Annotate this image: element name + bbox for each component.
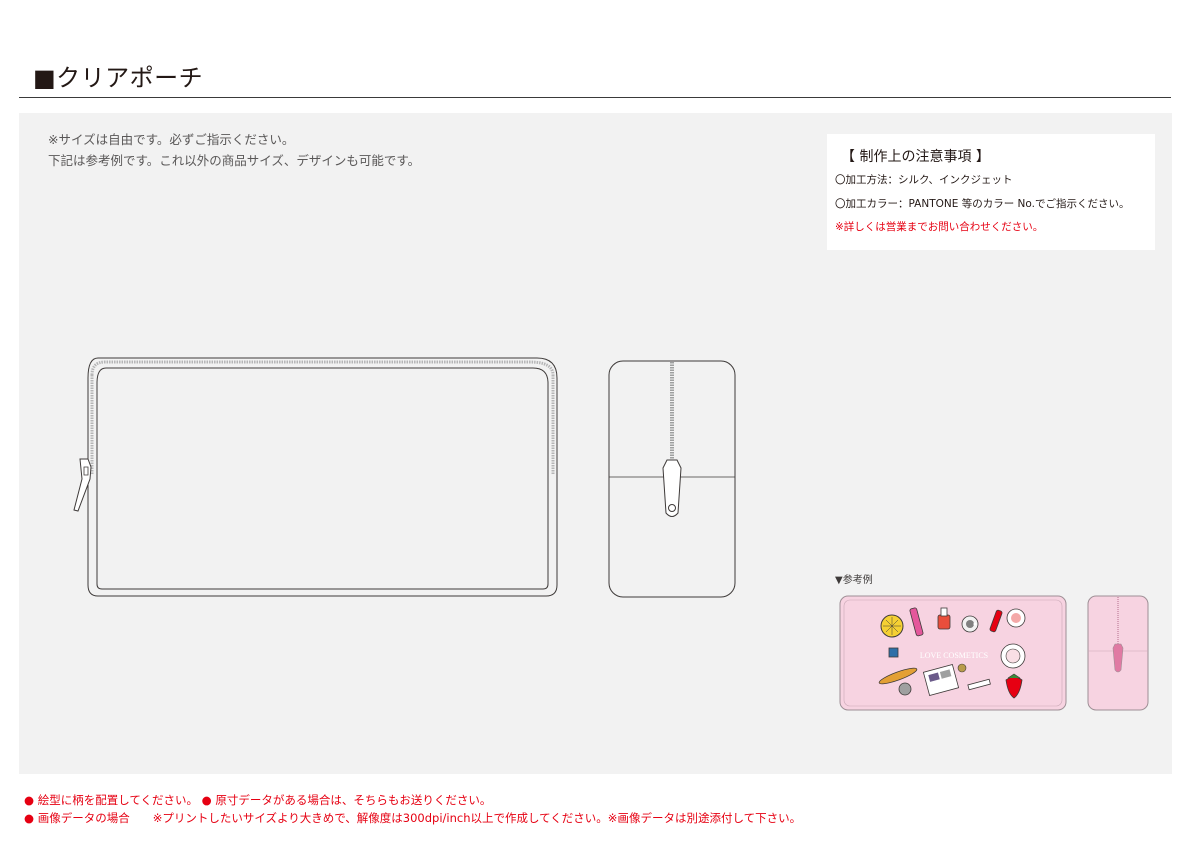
reference-pouch-side — [1087, 595, 1149, 711]
notes-processing-method: 〇加工方法：シルク、インクジェット — [835, 174, 1013, 186]
intro-line-example: 下記は参考例です。これ以外の商品サイズ、デザインも可能です。 — [48, 153, 421, 168]
footer-note-image-data: ● 画像データの場合 ※プリントしたいサイズより大きめで、解像度は300dpi/… — [24, 811, 802, 825]
pouch-front-template — [73, 357, 558, 597]
reference-label: ▼参考例 — [835, 575, 873, 586]
notes-processing-color: 〇加工カラー：PANTONE 等のカラー No.でご指示ください。 — [835, 198, 1130, 210]
pouch-side-template — [608, 360, 736, 598]
title-divider — [19, 97, 1171, 98]
production-notes-box: 【 制作上の注意事項 】 〇加工方法：シルク、インクジェット 〇加工カラー：PA… — [827, 134, 1155, 250]
notes-title: 【 制作上の注意事項 】 — [841, 149, 990, 165]
notes-contact: ※詳しくは営業までお問い合わせください。 — [835, 221, 1044, 233]
intro-line-size: ※サイズは自由です。必ずご指示ください。 — [48, 132, 295, 147]
reference-print-text: LOVE COSMETICS — [920, 651, 988, 660]
footer-note-artwork: ● 絵型に柄を配置してください。 ● 原寸データがある場合は、そちらもお送りくだ… — [24, 793, 492, 807]
reference-pouch-front: LOVE COSMETICS — [839, 595, 1067, 711]
page-title: ■クリアポーチ — [33, 64, 204, 92]
